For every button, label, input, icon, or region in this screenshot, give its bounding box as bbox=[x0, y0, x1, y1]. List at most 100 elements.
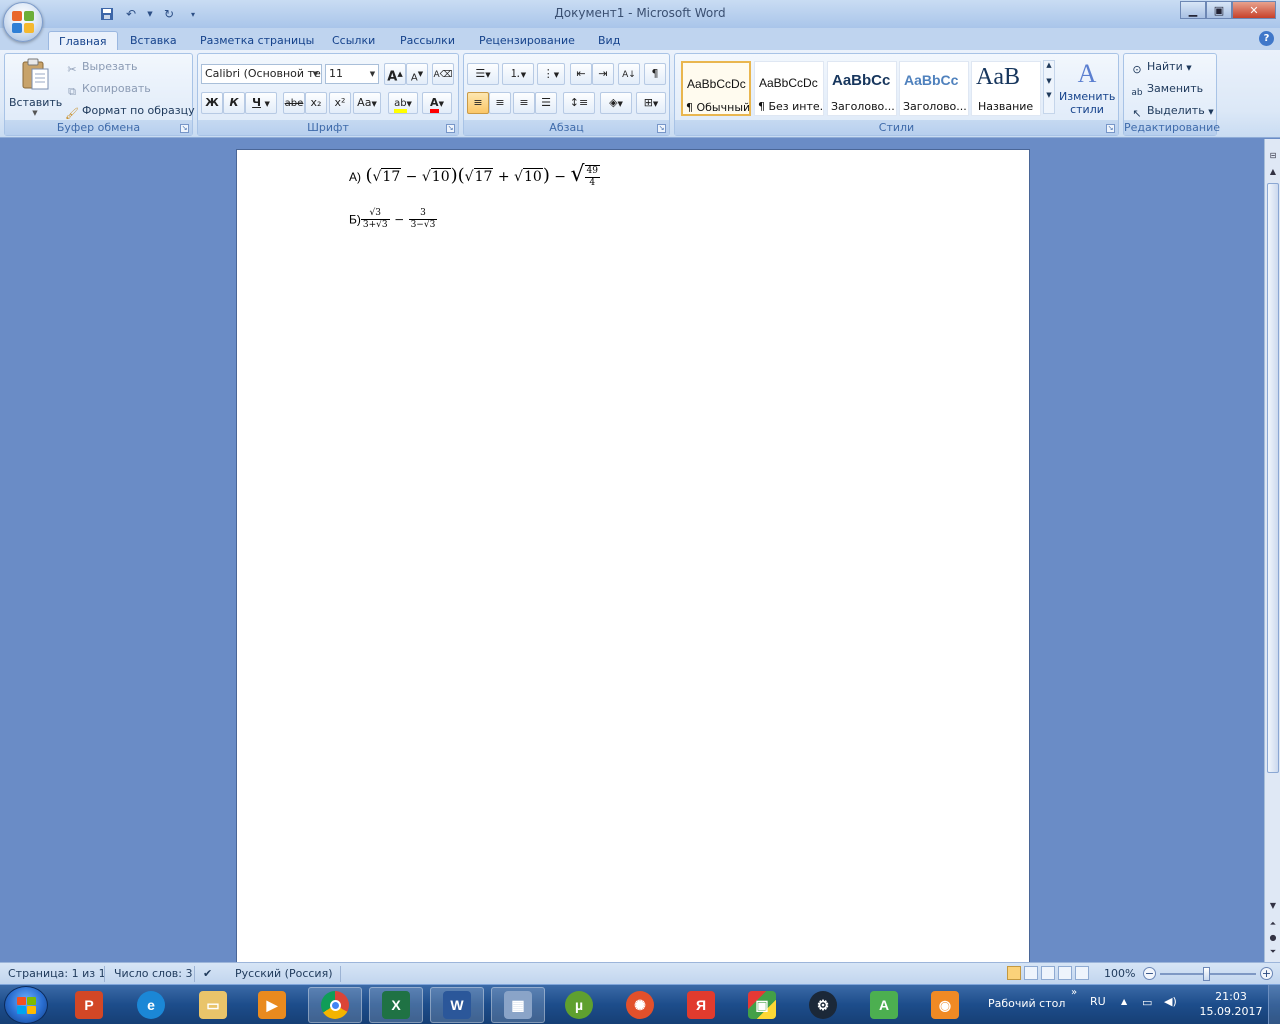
equation-b[interactable]: Б) √3 3+√3 − 3 3−√3 bbox=[349, 208, 438, 231]
outline-view-button[interactable] bbox=[1058, 966, 1072, 980]
bullets-button[interactable]: ☰▼ bbox=[467, 63, 499, 85]
strikethrough-button[interactable]: abe bbox=[283, 92, 305, 114]
paste-button[interactable]: Вставить ▼ bbox=[9, 56, 62, 120]
zoom-slider-thumb[interactable] bbox=[1203, 967, 1210, 981]
taskbar-media-player[interactable]: ▶ bbox=[245, 987, 299, 1023]
superscript-button[interactable]: x² bbox=[329, 92, 351, 114]
tab-review[interactable]: Рецензирование bbox=[469, 31, 585, 50]
bold-button[interactable]: Ж bbox=[201, 92, 223, 114]
format-painter-button[interactable]: 🖌 Формат по образцу bbox=[65, 104, 195, 121]
document-page[interactable]: А) (√17 − √10)(√17 + √10) − √ 49 4 Б) √3 3+√… bbox=[236, 149, 1030, 969]
change-case-button[interactable]: Aa▼ bbox=[353, 92, 381, 114]
clear-formatting-button[interactable]: A⌫ bbox=[432, 63, 454, 85]
sort-button[interactable]: A↓ bbox=[618, 63, 640, 85]
minimize-button[interactable]: ▁ bbox=[1180, 1, 1206, 19]
numbering-button[interactable]: ⒈▼ bbox=[502, 63, 534, 85]
clock[interactable]: 21:03 15.09.2017 bbox=[1196, 989, 1266, 1019]
shrink-font-button[interactable]: A▼ bbox=[406, 63, 428, 85]
line-spacing-button[interactable]: ↕≡ bbox=[563, 92, 595, 114]
select-button[interactable]: ↖ Выделить ▼ bbox=[1130, 104, 1213, 121]
spelling-check-icon[interactable]: ✔ bbox=[203, 967, 212, 980]
desktop-toolbar-label[interactable]: Рабочий стол bbox=[988, 997, 1065, 1010]
replace-button[interactable]: ab Заменить bbox=[1130, 82, 1203, 102]
maximize-button[interactable]: ▣ bbox=[1206, 1, 1232, 19]
taskbar-media-app[interactable]: ✺ bbox=[613, 987, 667, 1023]
zoom-in-button[interactable]: + bbox=[1260, 967, 1273, 980]
change-styles-button[interactable]: A Изменить стили bbox=[1059, 58, 1115, 116]
find-button[interactable]: ⊙ Найти ▼ bbox=[1130, 60, 1191, 77]
taskbar-word[interactable]: W bbox=[430, 987, 484, 1023]
taskbar-chrome[interactable] bbox=[308, 987, 362, 1023]
scrollbar-thumb[interactable] bbox=[1267, 183, 1279, 773]
decrease-indent-button[interactable]: ⇤ bbox=[570, 63, 592, 85]
tab-page-layout[interactable]: Разметка страницы bbox=[190, 31, 324, 50]
grow-font-button[interactable]: A▲ bbox=[384, 63, 406, 85]
ruler-toggle-icon[interactable]: ⊟ bbox=[1266, 149, 1280, 163]
scroll-down-icon[interactable]: ▼ bbox=[1266, 899, 1280, 913]
font-launcher-icon[interactable]: ↘ bbox=[446, 124, 455, 133]
multilevel-list-button[interactable]: ⋮▼ bbox=[537, 63, 565, 85]
browse-object-icon[interactable]: ● bbox=[1266, 931, 1280, 945]
align-center-button[interactable]: ≡ bbox=[489, 92, 511, 114]
shading-button[interactable]: ◈▼ bbox=[600, 92, 632, 114]
paragraph-launcher-icon[interactable]: ↘ bbox=[657, 124, 666, 133]
italic-button[interactable]: К bbox=[223, 92, 245, 114]
highlight-button[interactable]: ab▼ bbox=[388, 92, 418, 114]
help-icon[interactable]: ? bbox=[1259, 31, 1274, 46]
tray-expand-icon[interactable]: ▲ bbox=[1121, 997, 1127, 1006]
draft-view-button[interactable] bbox=[1075, 966, 1089, 980]
styles-launcher-icon[interactable]: ↘ bbox=[1106, 124, 1115, 133]
word-count[interactable]: Число слов: 3 bbox=[114, 967, 193, 980]
tab-insert[interactable]: Вставка bbox=[120, 31, 187, 50]
scroll-up-icon[interactable]: ▲ bbox=[1266, 165, 1280, 179]
equation-a[interactable]: А) (√17 − √10)(√17 + √10) − √ 49 4 bbox=[349, 162, 600, 189]
zoom-out-button[interactable]: − bbox=[1143, 967, 1156, 980]
office-button[interactable] bbox=[3, 2, 43, 42]
increase-indent-button[interactable]: ⇥ bbox=[592, 63, 614, 85]
font-name-combo[interactable]: Calibri (Основной те ▼ bbox=[201, 64, 322, 84]
style-heading-1[interactable]: AaBbCc Заголово... bbox=[827, 61, 897, 116]
taskbar-game[interactable]: ▣ bbox=[735, 987, 789, 1023]
vertical-scrollbar[interactable]: ⊟ ▲ ▼ ⏶ ● ⏷ bbox=[1264, 139, 1280, 962]
underline-button[interactable]: Ч ▼ bbox=[245, 92, 277, 114]
print-layout-view-button[interactable] bbox=[1007, 966, 1021, 980]
font-color-button[interactable]: A▼ bbox=[422, 92, 452, 114]
taskbar-app[interactable]: A bbox=[857, 987, 911, 1023]
close-button[interactable]: ✕ bbox=[1232, 1, 1276, 19]
web-layout-view-button[interactable] bbox=[1041, 966, 1055, 980]
tab-references[interactable]: Ссылки bbox=[322, 31, 385, 50]
taskbar-explorer[interactable]: ▭ bbox=[186, 987, 240, 1023]
copy-button[interactable]: ⧉ Копировать bbox=[65, 82, 151, 99]
style-no-spacing[interactable]: AaBbCcDc ¶ Без инте... bbox=[754, 61, 824, 116]
taskbar-steam[interactable]: ⚙ bbox=[796, 987, 850, 1023]
style-normal[interactable]: AaBbCcDc ¶ Обычный bbox=[681, 61, 751, 116]
align-right-button[interactable]: ≡ bbox=[513, 92, 535, 114]
clipboard-launcher-icon[interactable]: ↘ bbox=[180, 124, 189, 133]
align-left-button[interactable]: ≡ bbox=[467, 92, 489, 114]
cut-button[interactable]: ✂ Вырезать bbox=[65, 60, 137, 77]
font-size-combo[interactable]: 11 ▼ bbox=[325, 64, 379, 84]
page-count[interactable]: Страница: 1 из 1 bbox=[8, 967, 106, 980]
tab-view[interactable]: Вид bbox=[588, 31, 630, 50]
full-screen-reading-view-button[interactable] bbox=[1024, 966, 1038, 980]
zoom-level[interactable]: 100% bbox=[1104, 967, 1135, 980]
style-heading-2[interactable]: AaBbCc Заголово... bbox=[899, 61, 969, 116]
language-indicator[interactable]: Русский (Россия) bbox=[235, 967, 333, 980]
tab-mailings[interactable]: Рассылки bbox=[390, 31, 465, 50]
start-button[interactable] bbox=[4, 986, 48, 1024]
taskbar-powerpoint[interactable]: P bbox=[62, 987, 116, 1023]
network-icon[interactable]: ▭ bbox=[1142, 996, 1152, 1009]
show-marks-button[interactable]: ¶ bbox=[644, 63, 666, 85]
previous-page-icon[interactable]: ⏶ bbox=[1266, 917, 1280, 931]
chevron-right-icon[interactable]: » bbox=[1071, 987, 1077, 998]
subscript-button[interactable]: x₂ bbox=[305, 92, 327, 114]
input-language[interactable]: RU bbox=[1090, 995, 1106, 1008]
borders-button[interactable]: ⊞▼ bbox=[636, 92, 666, 114]
taskbar-screenshot[interactable]: ◉ bbox=[918, 987, 972, 1023]
taskbar-internet-explorer[interactable]: e bbox=[124, 987, 178, 1023]
taskbar-utorrent[interactable]: µ bbox=[552, 987, 606, 1023]
show-desktop-button[interactable] bbox=[1268, 985, 1280, 1024]
taskbar-calculator[interactable]: ▦ bbox=[491, 987, 545, 1023]
taskbar-yandex[interactable]: Я bbox=[674, 987, 728, 1023]
taskbar-excel[interactable]: X bbox=[369, 987, 423, 1023]
